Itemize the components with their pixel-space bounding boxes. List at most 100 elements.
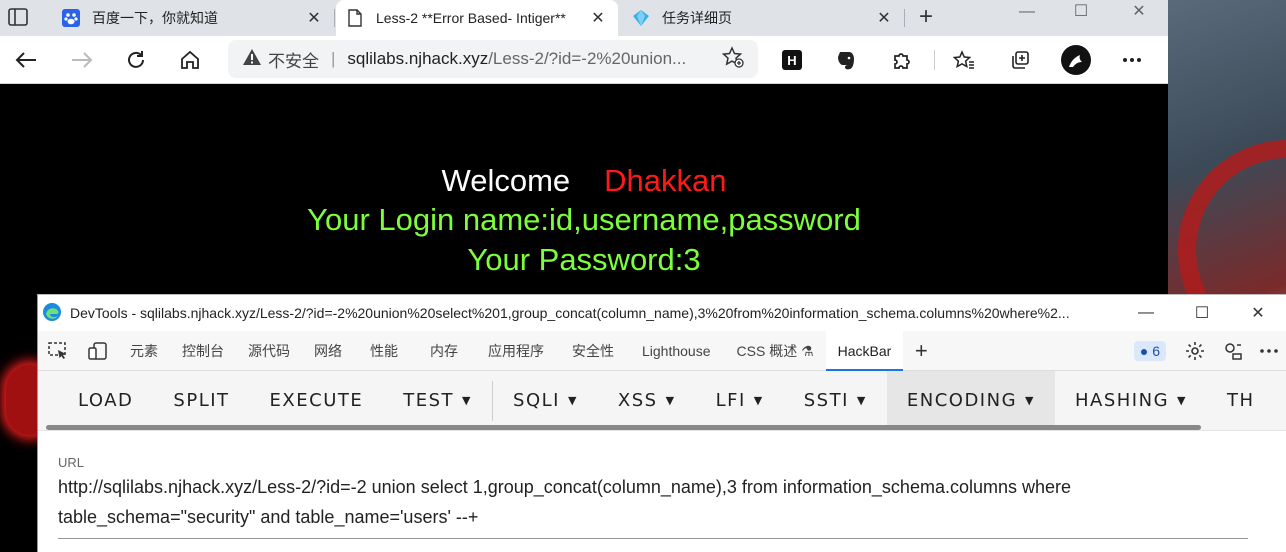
extensions-puzzle-icon[interactable]: [888, 46, 916, 74]
minimize-icon[interactable]: —: [1002, 0, 1052, 28]
load-button-label: LOAD: [78, 389, 134, 411]
experiment-flask-icon: ⚗: [801, 342, 814, 359]
horizontal-scrollbar[interactable]: [46, 425, 1201, 430]
execute-button-label: EXECUTE: [269, 389, 364, 411]
minimize-icon[interactable]: —: [1118, 304, 1174, 322]
close-tab-icon[interactable]: ✕: [588, 8, 608, 28]
lfi-dropdown-label: LFI: [715, 389, 746, 411]
evernote-icon[interactable]: [832, 46, 860, 74]
test-dropdown-label: TEST: [403, 389, 455, 411]
refresh-icon[interactable]: [122, 46, 150, 74]
divider: |: [331, 49, 336, 68]
devtools-window: DevTools - sqlilabs.njhack.xyz/Less-2/?i…: [37, 294, 1286, 552]
lfi-dropdown[interactable]: LFI ▼: [696, 371, 784, 430]
execute-button[interactable]: EXECUTE: [250, 371, 384, 430]
password-line: Your Password:3: [467, 242, 701, 277]
caret-down-icon: ▼: [856, 393, 867, 407]
xss-dropdown[interactable]: XSS ▼: [598, 371, 696, 430]
devtools-right-controls: ● 6: [1133, 331, 1286, 371]
tab-css-overview[interactable]: CSS 概述 ⚗: [725, 331, 826, 371]
tab-task-detail[interactable]: 任务详细页 ✕: [622, 0, 904, 36]
tab-hackbar[interactable]: HackBar: [825, 330, 904, 371]
tab-baidu[interactable]: 百度一下，你就知道 ✕: [52, 0, 334, 36]
tab-title: Less-2 **Error Based- Intiger**: [376, 10, 566, 26]
th-button-label: TH: [1227, 389, 1255, 411]
settings-gear-icon[interactable]: [1176, 331, 1214, 371]
maximize-icon[interactable]: ☐: [1174, 303, 1230, 323]
split-button[interactable]: SPLIT: [153, 371, 249, 430]
profile-avatar[interactable]: [1060, 44, 1092, 76]
address-bar[interactable]: 不安全 | sqlilabs.njhack.xyz/Less-2/?id=-2%…: [228, 40, 758, 78]
ssti-dropdown[interactable]: SSTI ▼: [784, 371, 887, 430]
inspect-element-icon[interactable]: [38, 331, 78, 371]
security-label: 不安全: [268, 51, 319, 71]
tab-network[interactable]: 网络: [302, 331, 354, 371]
url-text[interactable]: sqlilabs.njhack.xyz/Less-2/?id=-2%20unio…: [347, 49, 722, 69]
home-icon[interactable]: [176, 46, 204, 74]
devtools-tabbar: 元素 控制台 源代码 网络 性能 内存 应用程序 安全性 Lighthouse …: [38, 330, 1286, 371]
close-window-icon[interactable]: ✕: [1114, 0, 1164, 28]
caret-down-icon: ▼: [665, 393, 676, 407]
more-tabs-icon[interactable]: +: [903, 338, 939, 364]
tab-elements[interactable]: 元素: [118, 331, 170, 371]
url-textarea[interactable]: http://sqlilabs.njhack.xyz/Less-2/?id=-2…: [58, 472, 1248, 539]
th-button[interactable]: TH: [1207, 371, 1275, 430]
more-options-icon[interactable]: [1252, 331, 1286, 371]
tab-console[interactable]: 控制台: [170, 331, 236, 371]
devtools-title: DevTools - sqlilabs.njhack.xyz/Less-2/?i…: [70, 305, 1070, 321]
tab-sources[interactable]: 源代码: [236, 331, 302, 371]
caret-down-icon: ▼: [1177, 393, 1187, 407]
tab-application[interactable]: 应用程序: [474, 331, 558, 371]
collections-icon[interactable]: [1006, 46, 1034, 74]
caret-down-icon: ▼: [462, 393, 473, 407]
encoding-dropdown-label: ENCODING: [906, 389, 1018, 411]
customize-icon[interactable]: [1214, 331, 1252, 371]
diamond-icon: [632, 9, 650, 27]
tab-performance[interactable]: 性能: [354, 331, 414, 371]
add-favorite-icon[interactable]: [721, 45, 748, 73]
hashing-dropdown-label: HASHING: [1075, 389, 1170, 411]
maximize-icon[interactable]: ☐: [1056, 0, 1106, 28]
user-name: Dhakkan: [604, 163, 727, 198]
screen: 百度一下，你就知道 ✕ Less-2 **Error Based- Intige…: [0, 0, 1286, 552]
warning-icon[interactable]: [242, 48, 264, 71]
url-section: URL http://sqlilabs.njhack.xyz/Less-2/?i…: [38, 431, 1286, 539]
test-dropdown[interactable]: TEST ▼: [383, 371, 492, 430]
tab-security[interactable]: 安全性: [558, 331, 628, 371]
devtools-titlebar: DevTools - sqlilabs.njhack.xyz/Less-2/?i…: [38, 295, 1286, 331]
tab-lighthouse[interactable]: Lighthouse: [628, 331, 725, 371]
message-icon: ●: [1139, 342, 1149, 359]
device-emulation-icon[interactable]: [78, 331, 118, 371]
welcome-line: Welcome Dhakkan: [0, 161, 1168, 201]
new-tab-icon[interactable]: +: [912, 4, 940, 32]
tab-memory[interactable]: 内存: [414, 331, 474, 371]
caret-down-icon: ▼: [753, 393, 764, 407]
forward-arrow-icon[interactable]: [68, 46, 96, 74]
issues-count: 6: [1152, 342, 1160, 359]
tab-title: 百度一下，你就知道: [92, 10, 218, 26]
tab-separator: [334, 9, 335, 27]
close-window-icon[interactable]: ✕: [1230, 303, 1286, 323]
hashing-dropdown[interactable]: HASHING ▼: [1055, 371, 1207, 430]
issues-badge[interactable]: ● 6: [1133, 340, 1166, 361]
sqli-dropdown[interactable]: SQLI ▼: [493, 371, 598, 430]
sqli-dropdown-label: SQLI: [513, 389, 560, 411]
load-button[interactable]: LOAD: [58, 371, 153, 430]
caret-down-icon: ▼: [1025, 393, 1035, 407]
welcome-text: Welcome: [441, 163, 571, 198]
url-path: /Less-2/?id=-2%20union...: [488, 49, 687, 68]
favorites-icon[interactable]: [950, 46, 978, 74]
svg-text:H: H: [787, 53, 796, 68]
encoding-dropdown[interactable]: ENCODING ▼: [886, 371, 1055, 430]
more-menu-icon[interactable]: [1118, 46, 1146, 74]
tab-less2[interactable]: Less-2 **Error Based- Intiger** ✕: [336, 0, 618, 36]
hackbar-extension-icon[interactable]: H: [778, 46, 806, 74]
close-tab-icon[interactable]: ✕: [874, 8, 894, 28]
hackbar-toolbar: LOAD SPLIT EXECUTE TEST ▼ SQLI ▼ XSS ▼ LFI ▼…: [38, 371, 1286, 431]
toolbar-divider: [934, 50, 935, 70]
tab-actions-icon[interactable]: [8, 8, 30, 28]
back-arrow-icon[interactable]: [12, 46, 40, 74]
url-label: URL: [58, 455, 85, 470]
tab-strip: 百度一下，你就知道 ✕ Less-2 **Error Based- Intige…: [0, 0, 1168, 36]
close-tab-icon[interactable]: ✕: [304, 8, 324, 28]
